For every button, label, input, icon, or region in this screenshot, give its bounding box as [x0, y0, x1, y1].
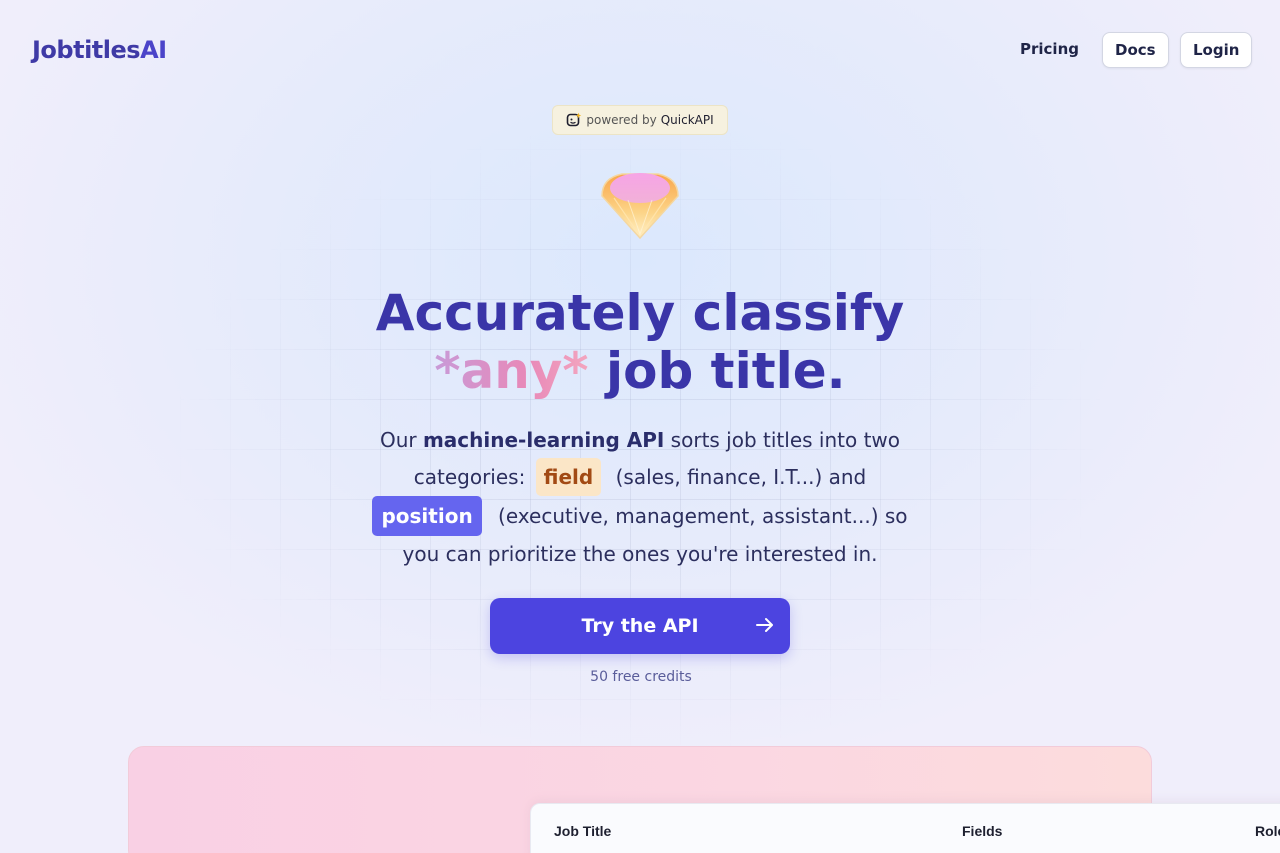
logo[interactable]: JobtitlesAI: [32, 36, 167, 64]
column-header-fields: Fields: [962, 823, 1003, 839]
desc-bold: machine-learning API: [422, 428, 665, 452]
top-nav: JobtitlesAI Pricing Docs Login: [0, 0, 1280, 100]
hero-title: Accurately classify *any* job title.: [0, 284, 1280, 400]
free-credits-note: 50 free credits: [590, 669, 692, 685]
login-button[interactable]: Login: [1180, 32, 1253, 68]
column-header-role: Role: [1255, 823, 1280, 839]
powered-by-label: powered by: [586, 113, 657, 127]
column-header-job-title: Job Title: [554, 823, 612, 839]
desc-text-1: Our: [379, 428, 423, 452]
docs-button[interactable]: Docs: [1102, 32, 1169, 68]
desc-text-3: (sales, finance, I.T...) and: [609, 465, 867, 489]
results-table: Job Title Fields Role: [530, 803, 1280, 853]
try-api-label: Try the API: [581, 615, 699, 637]
try-api-button[interactable]: Try the API: [490, 598, 790, 654]
logo-ai-text: AI: [140, 36, 167, 64]
logo-text: Jobtitles: [32, 36, 141, 64]
arrow-right-icon: [756, 618, 773, 632]
pricing-link[interactable]: Pricing: [1020, 32, 1079, 68]
hero-description: Our machine-learning API sorts job title…: [370, 422, 910, 572]
hero-title-line-2: *any* job title.: [0, 342, 1280, 400]
hero-title-line-1: Accurately classify: [375, 284, 905, 342]
powered-by-badge[interactable]: powered by QuickAPI: [552, 105, 728, 135]
position-tag: position: [372, 496, 482, 536]
powered-by-brand: QuickAPI: [660, 113, 714, 127]
hero-title-any: *any*: [434, 342, 589, 400]
field-tag: field: [535, 458, 602, 496]
quickapi-logo-icon: [567, 112, 582, 127]
hero-title-rest: job title.: [605, 342, 846, 400]
gem-icon: [601, 173, 679, 240]
